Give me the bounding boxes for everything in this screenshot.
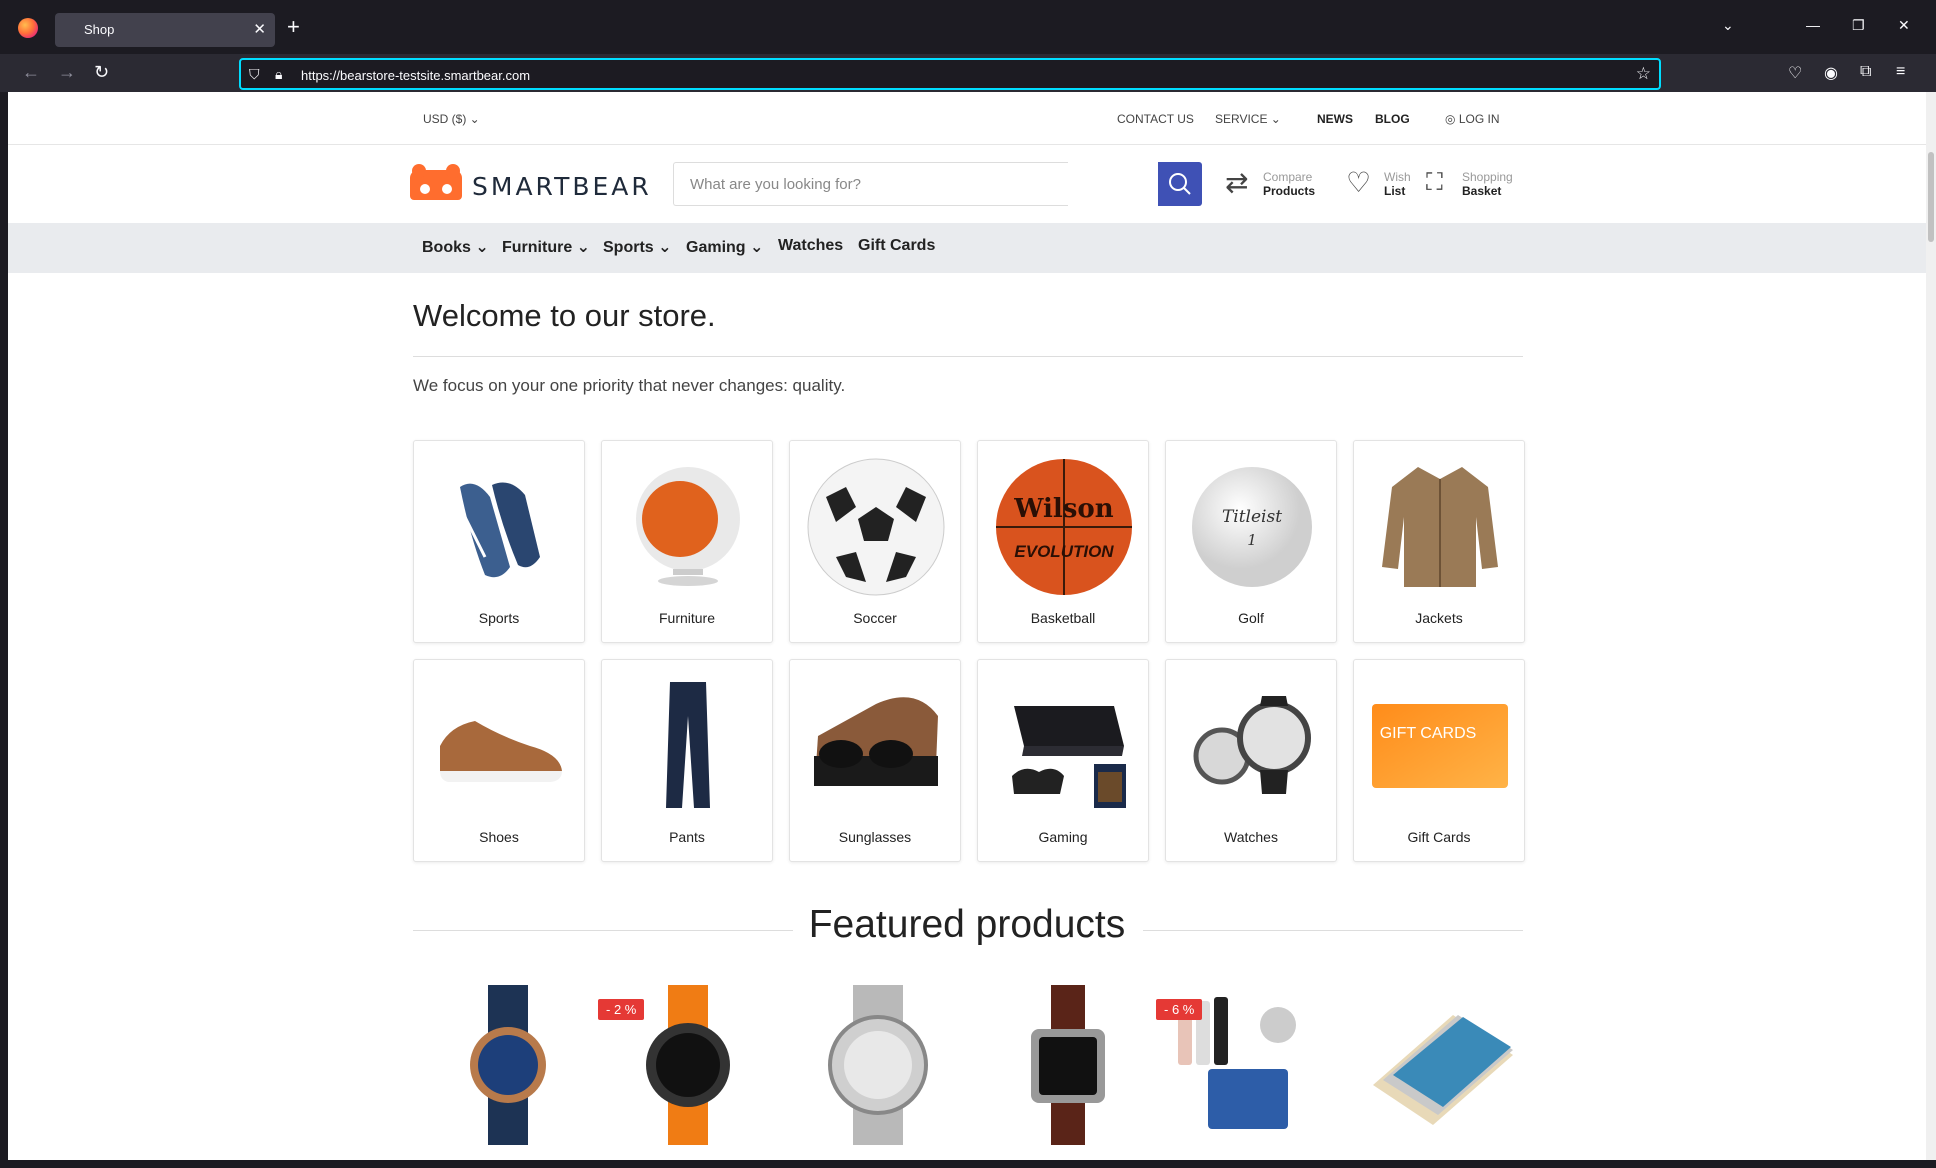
watches-image	[1193, 696, 1311, 794]
svg-text:Titleist: Titleist	[1222, 507, 1282, 527]
bookmark-star-icon[interactable]: ☆	[1636, 64, 1651, 84]
back-icon[interactable]: ←	[22, 62, 40, 83]
account-icon[interactable]: ◉	[1824, 63, 1838, 83]
pants-image	[666, 682, 710, 808]
reload-icon[interactable]: ↻	[94, 62, 109, 83]
nav-gaming[interactable]: Gaming ⌄	[686, 237, 763, 257]
firefox-logo-icon	[18, 18, 38, 38]
page-title: Welcome to our store.	[413, 298, 716, 333]
menu-icon[interactable]: ≡	[1896, 63, 1905, 81]
category-card-jackets[interactable]: Jackets	[1353, 440, 1525, 643]
tab-title: Shop	[84, 22, 115, 37]
svg-text:EVOLUTION: EVOLUTION	[1014, 542, 1114, 561]
sunglasses-image	[814, 697, 938, 786]
discount-badge: - 2 %	[598, 999, 645, 1020]
login-link[interactable]: ◎ LOG IN	[1445, 112, 1500, 126]
category-card-sports[interactable]: Sports	[413, 440, 585, 643]
url-text[interactable]: https://bearstore-testsite.smartbear.com	[301, 68, 530, 83]
nav-sports[interactable]: Sports ⌄	[603, 237, 672, 257]
basketball-image: Wilson EVOLUTION	[996, 459, 1132, 595]
category-card-watches[interactable]: Watches	[1165, 659, 1337, 862]
extensions-icon[interactable]: ⧉	[1860, 63, 1871, 81]
search-button[interactable]	[1158, 162, 1202, 206]
category-nav: Books ⌄ Furniture ⌄ Sports ⌄ Gaming ⌄ Wa…	[8, 223, 1926, 273]
watch-image	[1031, 985, 1105, 1145]
lock-icon[interactable]: 🔒︎	[275, 66, 282, 83]
category-card-furniture[interactable]: Furniture	[601, 440, 773, 643]
compare-icon: ⇄	[1225, 167, 1249, 198]
product-watch-square[interactable]	[993, 985, 1143, 1145]
contact-us-link[interactable]: CONTACT US	[1117, 112, 1194, 126]
user-icon: ◎	[1445, 112, 1456, 126]
close-tab-icon[interactable]: ✕	[253, 20, 266, 38]
close-window-icon[interactable]: ✕	[1898, 17, 1910, 34]
nav-watches[interactable]: Watches	[778, 237, 843, 255]
product-ipad[interactable]	[1363, 985, 1513, 1145]
product-watch-blue[interactable]	[433, 985, 583, 1145]
jacket-image	[1382, 467, 1498, 587]
forward-icon[interactable]: →	[58, 62, 76, 83]
tab-list-icon[interactable]: ⌄	[1722, 17, 1734, 34]
category-card-shoes[interactable]: Shoes	[413, 659, 585, 862]
browser-tab[interactable]: Shop ✕	[55, 13, 275, 47]
bear-logo-icon	[410, 164, 462, 200]
blog-link[interactable]: BLOG	[1375, 112, 1410, 126]
site-header: SMARTBEAR ⇄ Compare Products ♡ Wish List…	[8, 146, 1926, 223]
shoe-image	[440, 721, 562, 782]
pocket-icon[interactable]: ♡	[1788, 63, 1802, 83]
product-watch-silver[interactable]	[803, 985, 953, 1145]
svg-text:1: 1	[1247, 531, 1257, 549]
top-bar: USD ($) ⌄ CONTACT US SERVICE ⌄ NEWS BLOG…	[8, 92, 1926, 145]
gift-card-image: GIFT CARDS	[1372, 704, 1508, 788]
ball-chair-image	[636, 467, 740, 586]
new-tab-icon[interactable]: +	[287, 14, 300, 40]
currency-selector[interactable]: USD ($) ⌄	[423, 112, 480, 126]
search-icon	[1169, 173, 1191, 195]
restore-icon[interactable]: ❐	[1852, 17, 1865, 34]
wish-list-button[interactable]: ♡ Wish List	[1346, 168, 1416, 202]
shopping-basket-button[interactable]: ⛶ Shopping Basket	[1426, 168, 1526, 202]
featured-products-title: Featured products	[808, 903, 1126, 946]
category-card-sunglasses[interactable]: Sunglasses	[789, 659, 961, 862]
minimize-icon[interactable]: —	[1806, 17, 1820, 33]
service-menu[interactable]: SERVICE ⌄	[1215, 112, 1281, 126]
search-input[interactable]	[673, 162, 1068, 206]
vertical-scrollbar[interactable]	[1926, 92, 1936, 1160]
game-console-image	[1012, 706, 1126, 808]
category-card-soccer[interactable]: Soccer	[789, 440, 961, 643]
url-bar[interactable]: ⛉ 🔒︎ https://bearstore-testsite.smartbea…	[239, 58, 1661, 90]
category-card-gaming[interactable]: Gaming	[977, 659, 1149, 862]
bottom-strip	[0, 1160, 1936, 1168]
svg-text:GIFT CARDS: GIFT CARDS	[1380, 725, 1477, 742]
browser-tab-bar: Shop ✕ + ⌄ — ❐ ✕	[0, 0, 1936, 54]
heart-icon: ♡	[1346, 167, 1372, 198]
category-card-pants[interactable]: Pants	[601, 659, 773, 862]
web-page: USD ($) ⌄ CONTACT US SERVICE ⌄ NEWS BLOG…	[8, 92, 1926, 1160]
category-card-gift-cards[interactable]: GIFT CARDS Gift Cards	[1353, 659, 1525, 862]
shopping-bag-icon: ⛶	[1426, 169, 1443, 196]
browser-nav-bar: ← → ↻ ⛉ 🔒︎ https://bearstore-testsite.sm…	[0, 54, 1936, 92]
category-card-basketball[interactable]: Wilson EVOLUTION Basketball	[977, 440, 1149, 643]
divider	[413, 356, 1523, 357]
tablet-image	[1373, 1015, 1513, 1125]
page-subtitle: We focus on your one priority that never…	[413, 376, 846, 395]
soccer-ball-image	[807, 458, 945, 596]
watch-image	[470, 985, 546, 1145]
svg-text:Wilson: Wilson	[1013, 494, 1113, 524]
shield-icon[interactable]: ⛉	[249, 66, 260, 83]
nav-gift-cards[interactable]: Gift Cards	[858, 237, 935, 255]
scrollbar-thumb[interactable]	[1928, 152, 1934, 242]
compare-products-button[interactable]: ⇄ Compare Products	[1225, 168, 1325, 202]
watch-image	[828, 985, 928, 1145]
discount-badge: - 6 %	[1156, 999, 1203, 1020]
sneakers-image	[460, 482, 540, 578]
news-link[interactable]: NEWS	[1317, 112, 1353, 126]
category-card-golf[interactable]: Titleist 1 Golf	[1165, 440, 1337, 643]
smartbear-logo[interactable]: SMARTBEAR	[410, 164, 660, 202]
nav-furniture[interactable]: Furniture ⌄	[502, 237, 590, 257]
nav-books[interactable]: Books ⌄	[422, 237, 489, 257]
golf-ball-image: Titleist 1	[1192, 467, 1312, 587]
